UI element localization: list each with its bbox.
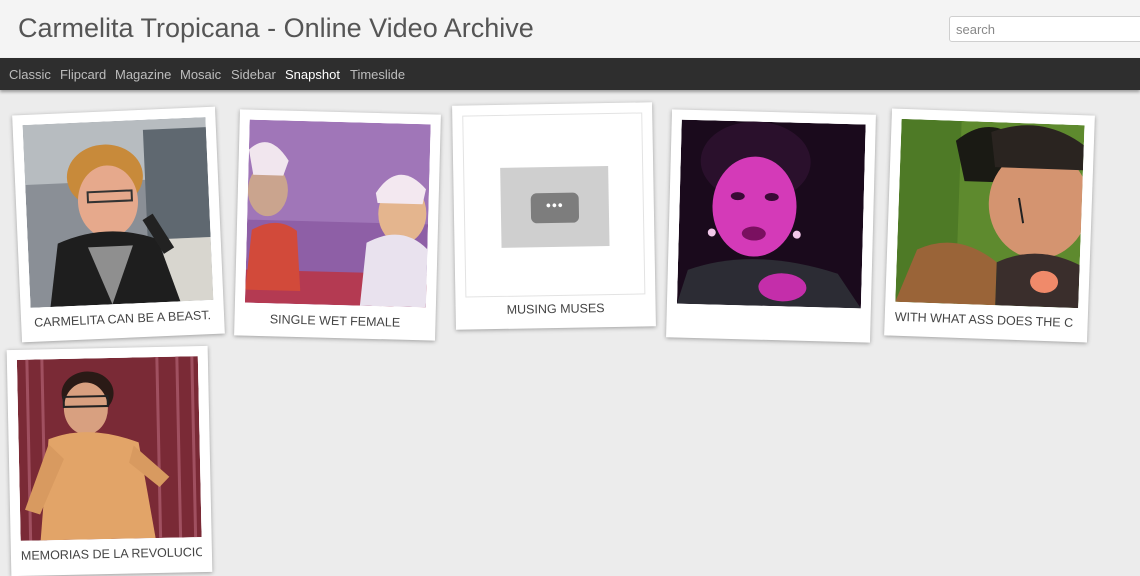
video-card[interactable]: CARMELITA CAN BE A BEAST. (12, 106, 225, 343)
video-caption: WITH WHAT ASS DOES THE C( (894, 309, 1073, 330)
search-input[interactable] (949, 16, 1140, 42)
video-caption: MUSING MUSES (506, 301, 605, 317)
video-thumbnail (676, 119, 866, 309)
nav-snapshot[interactable]: Snapshot (285, 67, 340, 82)
more-dots-icon: ••• (530, 192, 580, 224)
video-caption: SINGLE WET FEMALE (269, 312, 401, 330)
nav-timeslide[interactable]: Timeslide (350, 67, 405, 82)
video-card[interactable]: MEMORIAS DE LA REVOLUCIC (6, 345, 213, 576)
video-card[interactable]: ••• MUSING MUSES (452, 102, 656, 330)
video-card[interactable] (666, 109, 876, 343)
video-thumbnail (895, 118, 1085, 309)
video-thumbnail (244, 119, 431, 308)
nav-mosaic[interactable]: Mosaic (180, 67, 221, 82)
video-card[interactable]: SINGLE WET FEMALE (234, 109, 441, 341)
nav-sidebar[interactable]: Sidebar (231, 67, 276, 82)
site-title: Carmelita Tropicana - Online Video Archi… (18, 13, 534, 43)
nav-flipcard[interactable]: Flipcard (60, 67, 106, 82)
nav-classic[interactable]: Classic (9, 67, 51, 82)
video-card[interactable]: WITH WHAT ASS DOES THE C( (884, 108, 1095, 343)
view-navbar: Classic Flipcard Magazine Mosaic Sidebar… (0, 58, 1140, 90)
video-thumbnail (16, 356, 202, 541)
header: Carmelita Tropicana - Online Video Archi… (0, 0, 1140, 58)
video-thumbnail-placeholder: ••• (462, 112, 646, 298)
video-caption: MEMORIAS DE LA REVOLUCIC (20, 545, 203, 563)
video-caption: CARMELITA CAN BE A BEAST. (33, 308, 212, 330)
video-thumbnail (22, 117, 214, 308)
video-caption (677, 314, 861, 319)
nav-magazine[interactable]: Magazine (115, 67, 171, 82)
placeholder-frame: ••• (500, 166, 610, 248)
